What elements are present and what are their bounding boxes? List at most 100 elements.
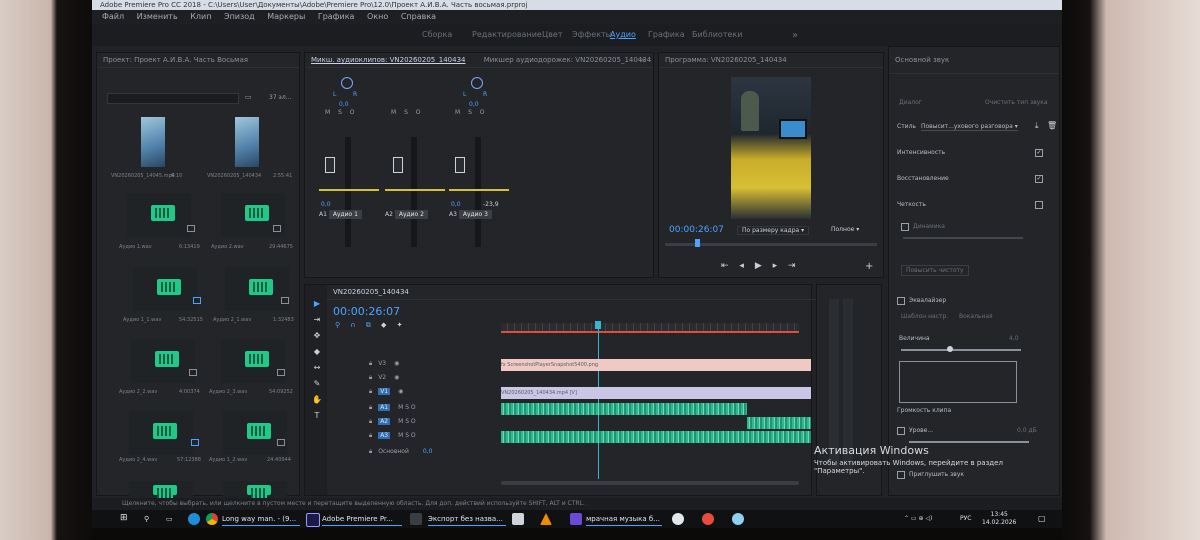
lock-icon[interactable]: 🔒︎ xyxy=(369,418,372,425)
preset-dropdown[interactable]: Повысит...ухового разговора ▾ xyxy=(921,123,1018,131)
export-window-icon[interactable] xyxy=(410,513,422,525)
project-item-thumbnail[interactable] xyxy=(223,411,287,455)
play-icon[interactable]: ▶ xyxy=(755,261,762,271)
menu-window[interactable]: Окно xyxy=(367,12,388,21)
add-button-icon[interactable]: + xyxy=(865,261,873,272)
mute-solo-controls[interactable]: M S O xyxy=(398,418,416,425)
project-search-input[interactable] xyxy=(107,93,239,104)
slip-tool-icon[interactable]: ↔ xyxy=(311,363,323,373)
fit-dropdown[interactable]: По размеру кадра ▾ xyxy=(737,226,810,235)
eye-icon[interactable]: ◉ xyxy=(394,374,399,381)
amount-slider-handle[interactable] xyxy=(947,346,953,352)
boost-clarity-button[interactable]: Повысить чистоту xyxy=(901,265,969,276)
project-item-thumbnail[interactable] xyxy=(225,267,289,311)
linked-selection-icon[interactable]: ⧉ xyxy=(366,321,371,329)
taskbar-app-music[interactable]: мрачная музыка б... xyxy=(586,513,662,526)
menu-file[interactable]: Файл xyxy=(102,12,124,21)
pan-knob[interactable] xyxy=(471,77,483,89)
mark-out-icon[interactable]: ⇥ xyxy=(788,261,796,271)
project-item-thumbnail[interactable] xyxy=(221,339,285,383)
project-item-thumbnail[interactable] xyxy=(127,193,191,237)
timeline-clip-v1[interactable]: VN20260205_140434.mp4 [V] xyxy=(501,387,811,399)
task-view-icon[interactable]: ▭ xyxy=(166,513,173,525)
nest-icon[interactable]: ⚲ xyxy=(335,321,340,329)
section-checkbox-repair[interactable]: ✓ xyxy=(1035,175,1043,183)
project-item-thumbnail[interactable] xyxy=(133,267,197,311)
taskbar-app-premiere[interactable]: Adobe Premiere Pr... xyxy=(322,513,402,526)
track-header-a3[interactable]: 🔒︎ A3 M S O xyxy=(327,429,503,443)
wrench-icon[interactable]: ✦ xyxy=(397,321,403,329)
pan-knob[interactable] xyxy=(341,77,353,89)
lock-icon[interactable]: 🔒︎ xyxy=(369,374,372,381)
step-forward-icon[interactable]: ▸ xyxy=(773,261,778,271)
track-header-a2[interactable]: 🔒︎ A2 M S O xyxy=(327,415,503,429)
clear-audio-type-button[interactable]: Очистить тип звука xyxy=(985,99,1048,106)
hand-tool-icon[interactable]: ✋ xyxy=(311,395,323,405)
store-icon[interactable] xyxy=(512,513,524,525)
timeline-clip-v3[interactable]: fx ScreenshotPlayerSnapshot5400.png xyxy=(501,359,811,371)
delete-preset-icon[interactable]: 🗑︎ xyxy=(1047,121,1057,130)
mute-solo-controls[interactable]: M S O xyxy=(398,432,416,439)
menu-graphics[interactable]: Графика xyxy=(318,12,355,21)
menu-sequence[interactable]: Эпизод xyxy=(224,12,255,21)
mute-solo-controls[interactable]: M S O xyxy=(391,109,424,116)
track-header-master[interactable]: 🔒︎ Основной 0,0 xyxy=(327,445,503,459)
eye-icon[interactable]: ◉ xyxy=(398,388,403,395)
app-icon-white[interactable] xyxy=(672,513,684,525)
browser-icon[interactable] xyxy=(570,513,582,525)
chrome-icon[interactable] xyxy=(206,513,218,525)
equalizer-checkbox[interactable] xyxy=(897,297,905,305)
mute-solo-controls[interactable]: M S O xyxy=(455,109,488,116)
tab-audio-track-mixer[interactable]: Микшер аудиодорожек: VN20260205_140434 xyxy=(484,56,651,64)
workspace-assembly[interactable]: Сборка xyxy=(422,30,452,39)
timeline-timecode[interactable]: 00:00:26:07 xyxy=(333,305,400,318)
search-icon[interactable]: ⚲ xyxy=(144,513,149,525)
eq-preset-dropdown[interactable]: Вокальная xyxy=(959,313,993,320)
lock-icon[interactable]: 🔒︎ xyxy=(369,388,372,395)
taskbar-app-long-way[interactable]: Long way man. - (9... xyxy=(222,513,300,526)
eye-icon[interactable]: ◉ xyxy=(394,360,399,367)
lock-icon[interactable]: 🔒︎ xyxy=(369,448,372,455)
project-item-thumbnail[interactable] xyxy=(129,411,193,455)
vlc-icon[interactable] xyxy=(540,513,552,525)
section-checkbox-clarity[interactable] xyxy=(1035,201,1043,209)
save-preset-icon[interactable]: ⤓ xyxy=(1035,121,1039,131)
section-checkbox-intensity[interactable]: ✓ xyxy=(1035,149,1043,157)
project-item-thumbnail[interactable] xyxy=(223,481,287,498)
menu-markers[interactable]: Маркеры xyxy=(267,12,305,21)
windows-start-icon[interactable]: ⊞ xyxy=(120,512,128,524)
track-header-v1[interactable]: 🔒︎ V1 ◉ xyxy=(327,385,503,399)
input-language[interactable]: РУС xyxy=(960,513,971,525)
notifications-icon[interactable]: ▢ xyxy=(1038,513,1046,525)
workspace-more-icon[interactable]: » xyxy=(792,30,798,41)
pen-tool-icon[interactable]: ✎ xyxy=(311,379,323,389)
app-icon-yandex[interactable] xyxy=(702,513,714,525)
type-tool-icon[interactable]: T xyxy=(311,411,323,421)
timeline-scrollbar[interactable] xyxy=(501,481,799,485)
workspace-libraries[interactable]: Библиотеки xyxy=(692,30,742,39)
menu-help[interactable]: Справка xyxy=(401,12,436,21)
project-item-thumbnail[interactable] xyxy=(235,117,259,167)
dynamics-slider[interactable] xyxy=(903,237,1023,239)
program-timecode[interactable]: 00:00:26:07 xyxy=(669,225,724,235)
ripple-edit-tool-icon[interactable]: ✥ xyxy=(311,331,323,341)
dynamics-checkbox[interactable] xyxy=(901,223,909,231)
clip-level-slider[interactable] xyxy=(909,441,1029,443)
timeline-clip-a2[interactable] xyxy=(747,417,811,429)
program-playhead[interactable] xyxy=(695,239,700,247)
sequence-tab[interactable]: VN20260205_140434 xyxy=(333,288,409,296)
razor-tool-icon[interactable]: ◆ xyxy=(311,347,323,357)
project-item-thumbnail[interactable] xyxy=(129,481,193,498)
premiere-icon[interactable] xyxy=(306,513,320,527)
menu-edit[interactable]: Изменить xyxy=(137,12,178,21)
track-select-tool-icon[interactable]: ⇥ xyxy=(311,315,323,325)
volume-fader[interactable] xyxy=(455,157,465,173)
mark-in-icon[interactable]: ⇤ xyxy=(721,261,729,271)
mute-solo-controls[interactable]: M S O xyxy=(398,404,416,411)
track-header-a1[interactable]: 🔒︎ A1 M S O xyxy=(327,401,503,415)
mute-solo-controls[interactable]: M S O xyxy=(325,109,358,116)
taskbar-app-export[interactable]: Экспорт без назва... xyxy=(428,513,506,526)
lock-icon[interactable]: 🔒︎ xyxy=(369,432,372,439)
marker-icon[interactable]: ◆ xyxy=(381,321,386,329)
amount-slider[interactable] xyxy=(901,349,1021,351)
